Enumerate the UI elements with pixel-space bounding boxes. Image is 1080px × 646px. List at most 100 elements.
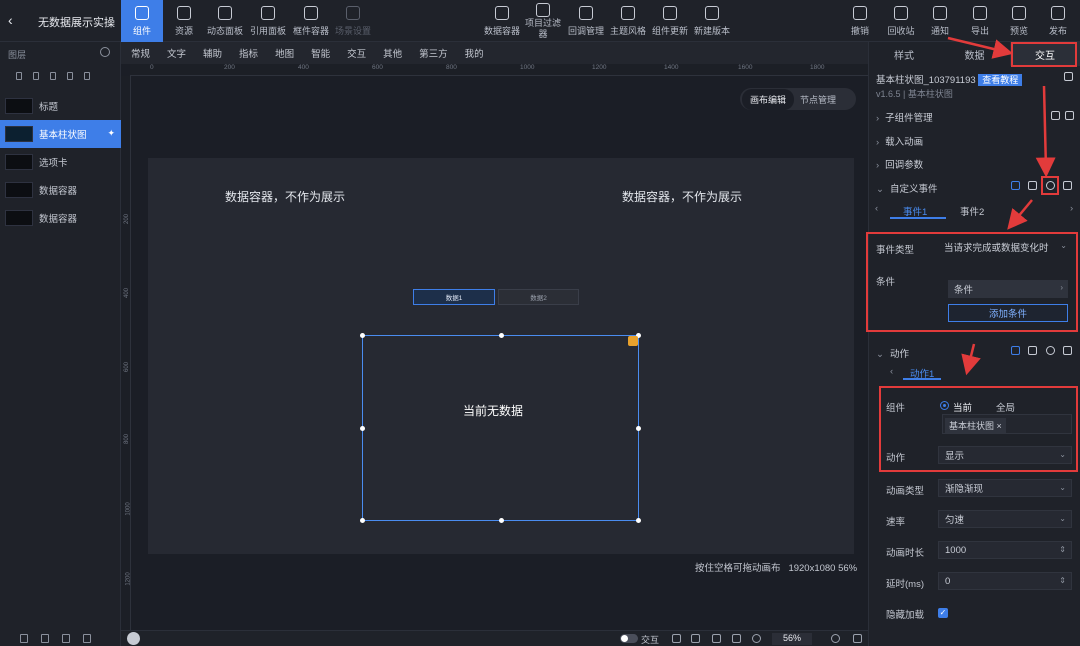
anim-type-select[interactable]: 渐隐渐现 ⌄ (938, 479, 1072, 497)
toolbar-publish-button[interactable]: 发布 (1040, 0, 1076, 42)
next-tab-chevron-icon[interactable]: › (1070, 203, 1073, 214)
event-tab-1[interactable]: 事件1 (903, 204, 927, 218)
layer-item[interactable]: 标题 (0, 92, 121, 120)
avatar[interactable] (127, 632, 140, 645)
close-icon[interactable]: × (997, 421, 1002, 431)
tab-style[interactable]: 样式 (869, 42, 939, 66)
radio-current[interactable] (940, 401, 949, 410)
tag-icon[interactable] (20, 634, 28, 643)
toolbar-update-button[interactable]: 组件更新 (649, 0, 691, 42)
back-chevron-left-icon[interactable]: ‹ (8, 12, 24, 28)
section-custom-events[interactable]: ⌄ 自定义事件 (876, 181, 937, 195)
layer-item[interactable]: 数据容器 (0, 204, 121, 232)
delay-input[interactable]: 0 ⇕ (938, 572, 1072, 590)
zoom-value[interactable]: 56% (772, 633, 812, 645)
toolbar-scene-button[interactable]: 场景设置 (333, 0, 373, 42)
move-up-icon[interactable] (16, 72, 22, 80)
zoom-out-icon[interactable] (752, 634, 761, 643)
section-subcomponents[interactable]: › 子组件管理 (876, 110, 933, 124)
selected-bar-chart[interactable] (360, 333, 641, 523)
canvas-edit-mode[interactable]: 画布编辑 (742, 88, 795, 110)
toolbar-component-button[interactable]: 组件 (121, 0, 163, 42)
fit-screen-icon[interactable] (853, 634, 862, 643)
action-select[interactable]: 显示 ⌄ (938, 446, 1072, 464)
list-icon[interactable] (1028, 346, 1037, 355)
group-icon[interactable] (50, 72, 56, 80)
toolbar-filter-button[interactable]: 项目过滤器 (523, 0, 563, 42)
settings-icon[interactable] (732, 634, 741, 643)
layer-item[interactable]: 基本柱状图 ✦ (0, 120, 121, 148)
resize-handle[interactable] (636, 426, 641, 431)
monitor-icon[interactable] (691, 634, 700, 643)
toolbar-preview-button[interactable]: 预览 (1001, 0, 1037, 42)
interaction-toggle[interactable] (620, 634, 638, 643)
category-tab[interactable]: 常规 (131, 46, 150, 60)
resize-handle[interactable] (636, 518, 641, 523)
category-tab[interactable]: 指标 (239, 46, 258, 60)
resize-handle[interactable] (360, 426, 365, 431)
toolbar-data-container-button[interactable]: 数据容器 (481, 0, 523, 42)
toolbar-assets-button[interactable]: 资源 (165, 0, 203, 42)
canvas-tab-1[interactable]: 数据1 (413, 289, 495, 305)
list-icon[interactable] (1028, 181, 1037, 190)
snapshot-icon[interactable] (712, 634, 721, 643)
filter-icon[interactable] (1011, 181, 1020, 190)
section-load-animation[interactable]: › 载入动画 (876, 134, 923, 148)
category-tab[interactable]: 辅助 (203, 46, 222, 60)
canvas-tab-2[interactable]: 数据2 (498, 289, 579, 305)
category-tab[interactable]: 第三方 (419, 46, 448, 60)
prev-action-chevron-icon[interactable]: ‹ (890, 366, 893, 377)
lock-icon[interactable] (41, 634, 49, 643)
search-icon[interactable] (100, 47, 110, 57)
condition-select[interactable]: 条件 › (948, 280, 1068, 298)
add-condition-button[interactable]: 添加条件 (948, 304, 1068, 322)
category-tab[interactable]: 地图 (275, 46, 294, 60)
hide-load-checkbox[interactable]: ✓ (938, 608, 948, 618)
toolbar-dynamic-panel-button[interactable]: 动态面板 (205, 0, 245, 42)
toolbar-undo-button[interactable]: 撤销 (842, 0, 878, 42)
toolbar-container-button[interactable]: 框件容器 (291, 0, 331, 42)
copy-icon[interactable] (62, 634, 70, 643)
add-action-icon[interactable] (1046, 346, 1055, 355)
doc-button[interactable]: 查看教程 (978, 74, 1023, 86)
layer-item[interactable]: 选项卡 (0, 148, 121, 176)
layer-item[interactable]: 数据容器 (0, 176, 121, 204)
delete-icon[interactable] (83, 634, 91, 643)
delete-icon[interactable] (1063, 346, 1072, 355)
copy-icon[interactable] (1065, 111, 1074, 120)
toolbar-ref-panel-button[interactable]: 引用面板 (248, 0, 288, 42)
toolbar-callback-button[interactable]: 回调管理 (565, 0, 607, 42)
filter-icon[interactable] (1011, 346, 1020, 355)
category-tab[interactable]: 智能 (311, 46, 330, 60)
toolbar-trash-button[interactable]: 回收站 (882, 0, 920, 42)
node-manage-mode[interactable]: 节点管理 (794, 89, 842, 110)
event-type-select[interactable]: 当请求完成或数据变化时 ⌄ (938, 238, 1072, 256)
resize-handle[interactable] (360, 333, 365, 338)
resize-handle[interactable] (360, 518, 365, 523)
resize-handle[interactable] (499, 333, 504, 338)
category-tab[interactable]: 交互 (347, 46, 366, 60)
list-icon[interactable] (84, 72, 90, 80)
component-badge-icon[interactable] (628, 336, 638, 346)
speed-select[interactable]: 匀速 ⌄ (938, 510, 1072, 528)
folder-icon[interactable] (1051, 111, 1060, 120)
section-actions[interactable]: ⌄ 动作 (876, 346, 909, 360)
move-down-icon[interactable] (33, 72, 39, 80)
category-tab[interactable]: 其他 (383, 46, 402, 60)
toolbar-export-button[interactable]: 导出 (962, 0, 998, 42)
category-tab[interactable]: 我的 (465, 46, 484, 60)
pin-icon[interactable]: ✦ (107, 128, 115, 139)
ungroup-icon[interactable] (67, 72, 73, 80)
toolbar-notify-button[interactable]: 通知 (922, 0, 958, 42)
resize-handle[interactable] (499, 518, 504, 523)
duration-input[interactable]: 1000 ⇕ (938, 541, 1072, 559)
section-callback-params[interactable]: › 回调参数 (876, 157, 923, 171)
document-icon[interactable] (1064, 72, 1073, 81)
grid-icon[interactable] (672, 634, 681, 643)
delete-icon[interactable] (1063, 181, 1072, 190)
event-tab-2[interactable]: 事件2 (960, 204, 984, 218)
radio-global-label[interactable]: 全局 (996, 400, 1015, 414)
tab-data[interactable]: 数据 (939, 42, 1010, 66)
toolbar-version-button[interactable]: 新建版本 (691, 0, 733, 42)
toolbar-theme-button[interactable]: 主题风格 (607, 0, 649, 42)
